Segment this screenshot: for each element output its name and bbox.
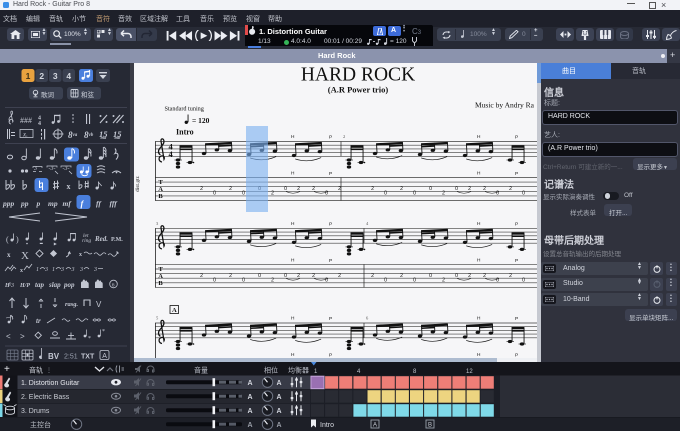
svg-text:均衡器: 均衡器 xyxy=(288,366,309,375)
svg-text:P.M.: P.M. xyxy=(111,237,123,243)
svg-text:TXT: TXT xyxy=(81,354,95,361)
svg-text:>: > xyxy=(20,332,25,341)
svg-text:ppp: ppp xyxy=(2,199,15,208)
svg-text:A: A xyxy=(172,307,177,314)
svg-text:2: 2 xyxy=(39,71,44,81)
svg-text:mf: mf xyxy=(63,199,73,208)
svg-text:3: 3 xyxy=(156,221,159,226)
svg-text:6: 6 xyxy=(112,283,115,289)
svg-text:歌词: 歌词 xyxy=(41,90,54,99)
svg-text:3: 3 xyxy=(79,267,83,273)
svg-text:1: 1 xyxy=(52,267,55,273)
svg-text:slap: slap xyxy=(48,281,61,289)
svg-text:dist.gtr.: dist.gtr. xyxy=(135,175,141,192)
svg-text:A: A xyxy=(248,380,253,387)
svg-text:1: 1 xyxy=(26,71,31,81)
svg-text:-3-: -3- xyxy=(63,166,70,172)
svg-text:12: 12 xyxy=(466,369,473,375)
svg-text:3: 3 xyxy=(10,283,14,289)
svg-text:3: 3 xyxy=(44,267,48,273)
svg-text:6: 6 xyxy=(366,316,369,321)
svg-text:tr: tr xyxy=(36,317,41,325)
svg-text:4: 4 xyxy=(169,149,174,159)
svg-text:4: 4 xyxy=(66,71,71,81)
svg-text:###: ### xyxy=(20,116,32,125)
svg-text:2. Electric Bass: 2. Electric Bass xyxy=(21,394,70,401)
svg-text:*: * xyxy=(88,336,91,342)
svg-text:fff: fff xyxy=(110,199,119,208)
svg-text:Intro: Intro xyxy=(320,422,334,429)
svg-text:A: A xyxy=(277,422,282,429)
svg-text:= 120: = 120 xyxy=(192,116,210,125)
svg-text:15ma: 15ma xyxy=(99,129,108,140)
svg-text:HARD ROCK: HARD ROCK xyxy=(301,65,415,86)
svg-text:音轨: 音轨 xyxy=(29,366,43,375)
svg-text:(: ( xyxy=(6,235,9,244)
svg-text:-3-: -3- xyxy=(49,166,56,172)
svg-text:音量: 音量 xyxy=(194,366,208,375)
svg-text:1. Distortion Guitar: 1. Distortion Guitar xyxy=(21,380,80,387)
svg-text:A: A xyxy=(102,353,107,360)
svg-text:BV: BV xyxy=(48,352,60,361)
svg-text:pop: pop xyxy=(63,281,75,289)
svg-text:V: V xyxy=(96,300,102,309)
svg-text:15mb: 15mb xyxy=(113,129,122,140)
svg-text:A: A xyxy=(277,380,282,387)
svg-text:+: + xyxy=(4,364,10,375)
svg-text:): ) xyxy=(16,235,19,244)
svg-text:x: x xyxy=(7,251,11,259)
svg-text:8vb: 8vb xyxy=(84,130,94,140)
svg-text:5: 5 xyxy=(156,316,159,321)
svg-text:H: H xyxy=(4,283,10,289)
svg-text:<: < xyxy=(6,332,11,341)
svg-text:rasg.: rasg. xyxy=(65,301,79,308)
svg-text:A: A xyxy=(373,423,377,429)
svg-text:*: * xyxy=(102,329,105,335)
svg-text:8va: 8va xyxy=(68,130,78,140)
svg-text:和弦: 和弦 xyxy=(81,90,95,99)
svg-text:tap: tap xyxy=(35,281,44,289)
svg-text:相位: 相位 xyxy=(264,366,278,375)
svg-text:主控台: 主控台 xyxy=(30,420,51,429)
svg-text:2:51: 2:51 xyxy=(64,354,78,361)
svg-text:2: 2 xyxy=(343,134,345,139)
svg-text:H/P: H/P xyxy=(19,283,30,289)
svg-text:Music by Andry Ra: Music by Andry Ra xyxy=(475,101,535,110)
svg-text:⋮: ⋮ xyxy=(46,368,52,374)
svg-text:ring: ring xyxy=(82,238,91,244)
svg-text:3: 3 xyxy=(93,267,97,273)
svg-text:A: A xyxy=(248,422,253,429)
svg-text:mp: mp xyxy=(48,199,58,208)
svg-text:x.: x. xyxy=(22,131,28,139)
svg-text:x: x xyxy=(67,182,71,191)
svg-text:3: 3 xyxy=(53,71,58,81)
svg-text:3: 3 xyxy=(60,267,64,273)
svg-text:x: x xyxy=(79,252,82,258)
svg-text:Red.: Red. xyxy=(94,235,108,243)
svg-text:Standard tuning: Standard tuning xyxy=(165,106,204,113)
svg-text:(A.R Power trio): (A.R Power trio) xyxy=(328,85,389,95)
svg-text:Intro: Intro xyxy=(176,128,194,137)
svg-text:p: p xyxy=(36,199,41,208)
svg-text:ff: ff xyxy=(96,199,102,208)
svg-text:pp: pp xyxy=(20,199,29,208)
svg-text:x: x xyxy=(20,268,23,274)
svg-text:3: 3 xyxy=(71,267,75,273)
svg-text:1: 1 xyxy=(36,267,39,273)
svg-text:3. Drums: 3. Drums xyxy=(21,408,50,415)
svg-text:B: B xyxy=(428,423,432,429)
svg-text:X: X xyxy=(21,250,29,262)
svg-text:4: 4 xyxy=(38,121,41,127)
svg-text:4: 4 xyxy=(366,221,369,226)
